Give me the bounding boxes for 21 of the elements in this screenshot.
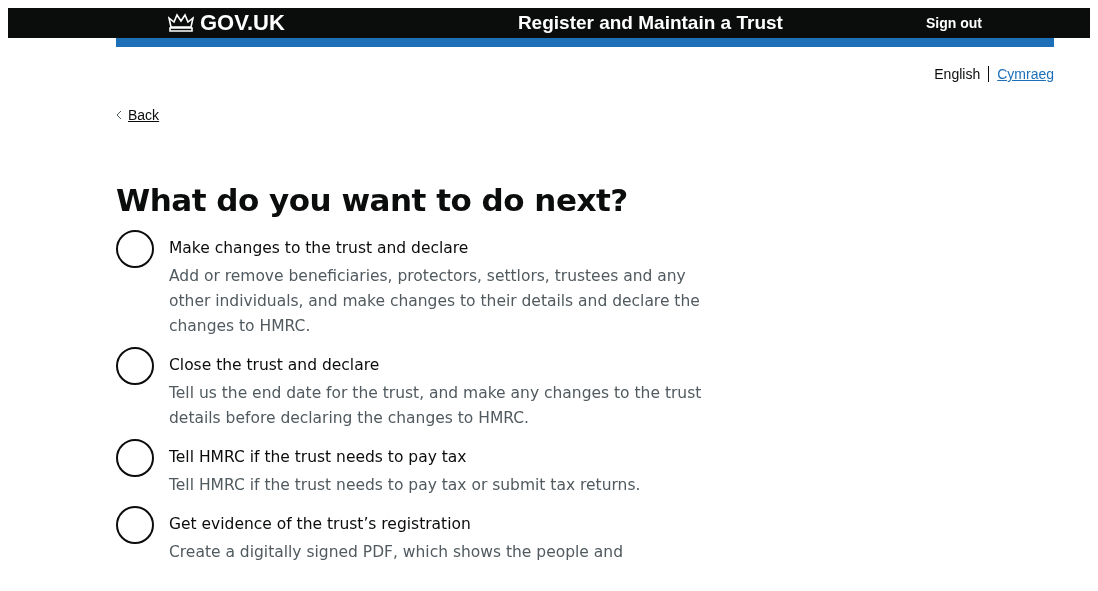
chevron-left-icon (116, 110, 122, 120)
option-label[interactable]: Get evidence of the trust’s registration (169, 512, 729, 536)
radio-button[interactable] (116, 506, 154, 544)
radio-button[interactable] (116, 347, 154, 385)
option-label[interactable]: Tell HMRC if the trust needs to pay tax (169, 445, 729, 469)
option-hint: Add or remove beneficiaries, protectors, settlors, trustees and any other individuals, and make changes to their details and declare the changes to HMRC. (169, 266, 701, 337)
page-heading: What do you want to do next? (116, 182, 629, 218)
back-link[interactable]: Back (116, 107, 160, 123)
option-label[interactable]: Close the trust and declare (169, 353, 729, 377)
radio-button[interactable] (116, 230, 154, 268)
sign-out-link[interactable]: Sign out (926, 15, 982, 31)
option-label[interactable]: Make changes to the trust and declare (169, 236, 729, 260)
crown-icon (168, 13, 194, 33)
option-hint: Tell HMRC if the trust needs to pay tax or submit tax returns. (169, 475, 642, 496)
option-hint: Tell us the end date for the trust, and make any changes to the trust details before declaring the changes to HMRC. (169, 383, 703, 429)
govuk-logo-link[interactable]: GOV.UK (168, 10, 285, 36)
language-link[interactable]: Cymraeg (997, 66, 1054, 82)
radio-button[interactable] (116, 439, 154, 477)
option-hint: Create a digitally signed PDF, which shows the people and (169, 542, 624, 563)
service-name: Register and Maintain a Trust (517, 12, 783, 34)
current-language: English (934, 66, 981, 82)
